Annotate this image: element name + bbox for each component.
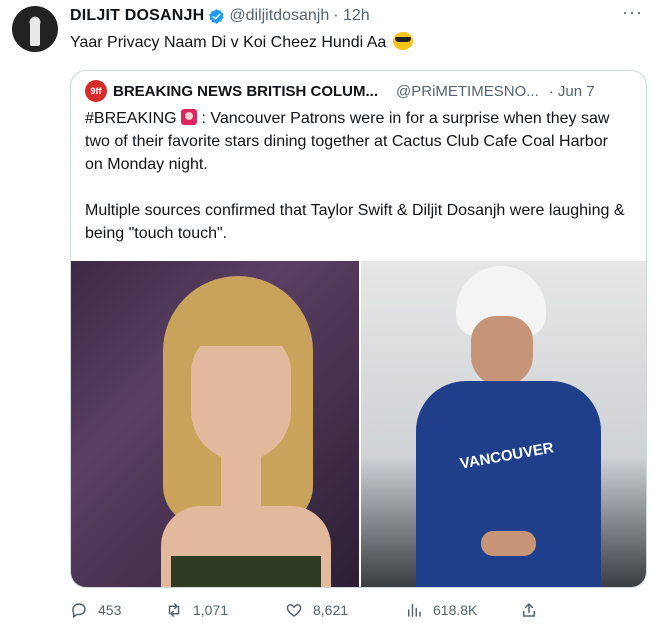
- verified-badge-icon: [209, 8, 225, 24]
- like-count: 8,621: [313, 602, 349, 618]
- post-text-content: Yaar Privacy Naam Di v Koi Cheez Hundi A…: [70, 34, 387, 51]
- share-icon: [523, 603, 535, 617]
- quoted-paragraph-1: #BREAKING : Vancouver Patrons were in fo…: [85, 107, 630, 176]
- share-button[interactable]: [520, 601, 548, 619]
- post-header: DILJIT DOSANJH @diljitdosanjh · 12h: [70, 5, 633, 27]
- more-options-icon[interactable]: ···: [622, 2, 643, 23]
- quoted-header: 9ff BREAKING NEWS BRITISH COLUM... @PRiM…: [85, 80, 634, 102]
- quoted-body: #BREAKING : Vancouver Patrons were in fo…: [85, 107, 630, 245]
- quoted-post[interactable]: 9ff BREAKING NEWS BRITISH COLUM... @PRiM…: [70, 70, 647, 588]
- reply-button[interactable]: 453: [70, 601, 165, 619]
- like-button[interactable]: 8,621: [285, 601, 405, 619]
- quoted-date: · Jun 7: [548, 82, 595, 100]
- breaking-hashtag[interactable]: #BREAKING: [85, 110, 177, 127]
- siren-emoji-icon: [181, 109, 198, 125]
- quoted-image-left[interactable]: [71, 261, 359, 587]
- heart-icon: [286, 604, 302, 617]
- reply-icon: [72, 603, 86, 619]
- action-bar: 453 1,071 8,621 618.8K: [70, 598, 590, 622]
- post-text: Yaar Privacy Naam Di v Koi Cheez Hundi A…: [70, 32, 413, 52]
- repost-count: 1,071: [193, 602, 229, 618]
- repost-icon: [168, 603, 180, 617]
- quoted-author-name: BREAKING NEWS BRITISH COLUM...: [113, 82, 378, 100]
- quoted-handle: @PRiMETIMESNO...: [396, 82, 539, 100]
- views-button[interactable]: 618.8K: [405, 601, 520, 619]
- avatar[interactable]: [12, 6, 58, 52]
- views-chart-icon: [408, 604, 421, 617]
- reply-count: 453: [98, 602, 122, 618]
- sunglasses-emoji-icon: [392, 32, 413, 50]
- quoted-avatar: 9ff: [85, 80, 107, 102]
- quoted-image-right[interactable]: VANCOUVER: [361, 261, 646, 587]
- quoted-media[interactable]: VANCOUVER: [71, 261, 646, 587]
- repost-button[interactable]: 1,071: [165, 601, 285, 619]
- avatar-figure: [30, 18, 40, 46]
- post-time[interactable]: · 12h: [333, 7, 369, 25]
- author-name[interactable]: DILJIT DOSANJH: [70, 7, 204, 25]
- quoted-paragraph-2: Multiple sources confirmed that Taylor S…: [85, 202, 625, 242]
- views-count: 618.8K: [433, 602, 478, 618]
- author-handle[interactable]: @diljitdosanjh: [229, 7, 329, 25]
